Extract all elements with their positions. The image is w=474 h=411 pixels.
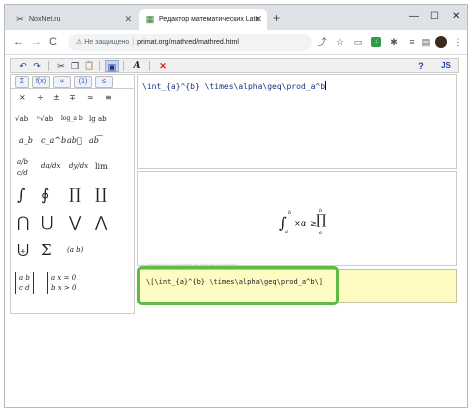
cases-symbol[interactable]: a x = 0 b x > 0 (47, 272, 79, 294)
tab-title: NoxNet.ru (29, 16, 61, 23)
contour-integral-symbol[interactable]: ∮ (41, 187, 49, 203)
url-input[interactable]: ⚠ Не защищено | primat.org/mathred/mathred… (68, 34, 312, 51)
fraction-small-symbol[interactable]: c/d (17, 170, 28, 177)
tab-numbering[interactable]: (1) (74, 76, 92, 88)
page-content: ↶ ↷ ✂ ❐ 📋 ▣ A ✕ ? JS Σ f(x) ∝ (1) ≤ × ÷ (5, 56, 467, 407)
url-text: primat.org/mathred/mathred.html (137, 39, 239, 46)
forward-icon[interactable]: → (31, 35, 42, 49)
sub-superscript-symbol[interactable]: c_a^b (41, 137, 66, 145)
symbol-panel: Σ f(x) ∝ (1) ≤ × ÷ ± ∓ ≈ ≡ √ab ⁿ√ab log_… (10, 74, 135, 314)
undo-icon[interactable]: ↶ (17, 60, 29, 72)
times-symbol[interactable]: × (19, 94, 26, 102)
star-icon[interactable]: ☆ (335, 37, 345, 47)
matrix-symbol[interactable]: a b c d (15, 272, 34, 294)
reload-icon[interactable]: C (49, 35, 57, 49)
binomial-symbol[interactable]: (a b) (67, 247, 83, 254)
sqrt-symbol[interactable]: √ab (15, 116, 28, 123)
minimize-icon[interactable]: — (409, 11, 419, 23)
big-wedge-symbol[interactable]: ⋀ (95, 215, 107, 230)
cut-icon[interactable]: ✂ (55, 60, 67, 72)
browser-window: ✂ NoxNet.ru ✕ ▦ Редактор математических … (4, 4, 468, 408)
js-button[interactable]: JS (439, 60, 453, 72)
coproduct-symbol[interactable]: ∐ (95, 187, 107, 202)
formula-preview: ∫ b a × α ≥ b ∏ a (137, 171, 457, 266)
latex-source: \int_{a}^{b} \times\alpha\geq\prod_a^b (142, 82, 326, 91)
tab-noxnet[interactable]: ✂ NoxNet.ru ✕ (9, 9, 137, 30)
copy-icon[interactable]: ❐ (69, 60, 81, 72)
vector-symbol[interactable]: ab⃗ (67, 137, 82, 145)
equiv-symbol[interactable]: ≡ (105, 94, 112, 102)
preview-mode-icon[interactable]: ▣ (105, 60, 119, 72)
log-symbol[interactable]: log_a b (61, 116, 83, 122)
new-tab-icon[interactable]: + (273, 11, 280, 25)
divide-symbol[interactable]: ÷ (37, 94, 44, 102)
security-label: Не защищено (84, 39, 130, 46)
share-icon[interactable]: ⤴ (317, 37, 327, 47)
avatar[interactable] (435, 36, 447, 48)
tab-operators[interactable]: Σ (15, 76, 29, 88)
tab-functions[interactable]: f(x) (32, 76, 50, 88)
editor-toolbar: ↶ ↷ ✂ ❐ 📋 ▣ A ✕ ? JS (10, 58, 459, 73)
arc-symbol[interactable]: ab͡ (89, 137, 99, 145)
approx-symbol[interactable]: ≈ (87, 94, 94, 102)
sum-symbol[interactable]: Σ (41, 243, 52, 258)
symbol-tabs: Σ f(x) ∝ (1) ≤ (11, 75, 134, 89)
kebab-menu-icon[interactable]: ⋮ (453, 37, 463, 47)
limit-symbol[interactable]: lim (95, 163, 108, 171)
warning-icon: ⚠ (76, 39, 83, 46)
selection-highlight (137, 266, 339, 305)
subscript-symbol[interactable]: a_b (19, 137, 33, 145)
nth-root-symbol[interactable]: ⁿ√ab (37, 116, 53, 123)
big-uplus-symbol[interactable]: ⨄ (17, 243, 29, 258)
scissors-icon: ✂ (16, 14, 24, 24)
grid-icon: ▦ (145, 14, 155, 24)
lg-symbol[interactable]: lg ab (89, 116, 107, 123)
product-symbol[interactable]: ∏ (69, 187, 81, 202)
tab-editor[interactable]: ▦ Редактор математических Late ✕ (139, 9, 267, 30)
close-tab-icon[interactable]: ✕ (254, 14, 262, 24)
back-icon[interactable]: ← (13, 35, 24, 49)
big-vee-symbol[interactable]: ⋁ (69, 215, 81, 230)
integral-symbol[interactable]: ∫ (17, 187, 25, 203)
tab-inequalities[interactable]: ≤ (95, 76, 113, 88)
clear-icon[interactable]: ✕ (157, 60, 169, 72)
reading-list-icon[interactable]: ≡ (407, 37, 417, 47)
help-button[interactable]: ? (416, 60, 426, 72)
derivative-dy-symbol[interactable]: dy/dx (69, 163, 88, 170)
derivative-symbol[interactable]: da/dx (41, 163, 60, 170)
close-tab-icon[interactable]: ✕ (124, 14, 132, 24)
close-window-icon[interactable]: ✕ (452, 11, 460, 23)
latex-editor[interactable]: \int_{a}^{b} \times\alpha\geq\prod_a^b (137, 74, 457, 169)
format-icon[interactable]: A (131, 60, 143, 72)
tab-bar: ✂ NoxNet.ru ✕ ▦ Редактор математических … (5, 5, 467, 30)
text-caret (325, 81, 327, 90)
maximize-icon[interactable]: ☐ (430, 11, 439, 23)
download-badge-icon[interactable]: ↓ (371, 37, 381, 47)
menu-lines-icon[interactable]: ▤ (421, 37, 431, 47)
big-cup-symbol[interactable]: ⋃ (41, 215, 53, 230)
paste-icon[interactable]: 📋 (83, 60, 95, 72)
big-cap-symbol[interactable]: ⋂ (17, 215, 29, 230)
address-bar: ← → C ⚠ Не защищено | primat.org/mathred/m… (5, 30, 467, 55)
redo-icon[interactable]: ↷ (31, 60, 43, 72)
tab-relations[interactable]: ∝ (53, 76, 71, 88)
minus-plus-symbol[interactable]: ∓ (69, 94, 76, 102)
puzzle-icon[interactable]: ✱ (389, 37, 399, 47)
fraction-symbol[interactable]: a/b (17, 159, 28, 166)
plus-minus-symbol[interactable]: ± (53, 94, 60, 102)
extension-icon[interactable]: ▭ (353, 37, 363, 47)
tab-title: Редактор математических Late (159, 16, 260, 23)
